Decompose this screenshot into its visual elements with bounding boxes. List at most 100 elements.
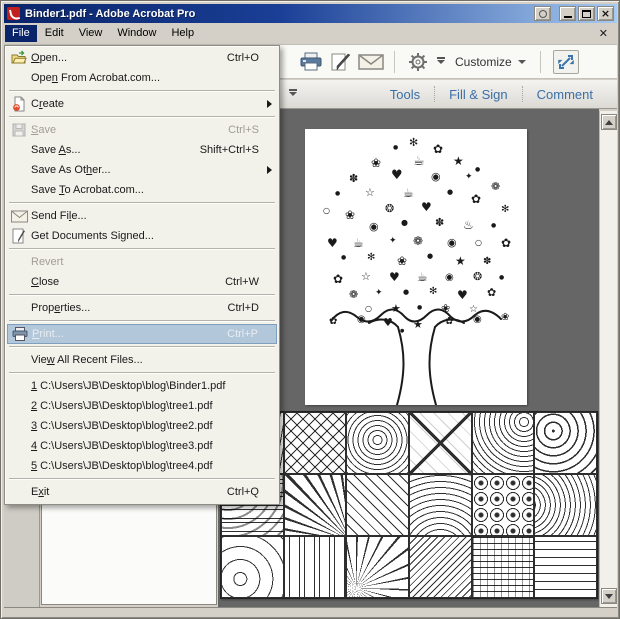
no-icon — [11, 398, 31, 414]
menu-item-3-c-users-jb-desktop-blog-tree2-pdf[interactable]: 3 C:\Users\JB\Desktop\blog\tree2.pdf — [7, 416, 277, 436]
no-icon — [11, 418, 31, 434]
doodle-glyph: ★ — [455, 254, 466, 268]
envelope-icon — [11, 208, 31, 224]
pdf-page-tree[interactable]: ✻ ● ✿ ❀ ★ ☕ ● ✽ ♥ ◉ ✦ ❁ ● ☆ ☕ ● ✿ ❂ ♥ ✻ ○ ❀ ◉ ● ✽ ♨ ● ♥ ☕ ✦ ❁ ◉ ✿ ○ ● ✻ ❀ ● ★ ✽… — [305, 129, 527, 405]
menu-item-label: Open From Acrobat.com... — [31, 72, 161, 84]
pattern-cell-rays — [283, 474, 347, 536]
doodle-glyph: ♥ — [383, 316, 393, 329]
menu-item-label: 2 C:\Users\JB\Desktop\blog\tree1.pdf — [31, 400, 213, 412]
menu-item-close[interactable]: Close Ctrl+W — [7, 272, 277, 292]
menu-item-label: Exit — [31, 486, 50, 498]
menubar-item-file[interactable]: File — [5, 25, 37, 42]
menu-item-exit[interactable]: Exit Ctrl+Q — [7, 482, 277, 502]
scroll-up-button[interactable] — [601, 114, 617, 130]
doodle-glyph: ● — [403, 288, 410, 296]
doodle-glyph: ★ — [391, 302, 401, 315]
pattern-cell-diamond — [409, 412, 472, 474]
menu-item-save-as-other[interactable]: Save As Other... — [7, 160, 277, 180]
menu-item-get-documents-signed[interactable]: Get Documents Signed... — [7, 226, 277, 246]
toolbar-overflow-icon[interactable] — [289, 89, 297, 96]
doodle-glyph: ❁ — [413, 234, 424, 248]
doodle-glyph: ❀ — [371, 156, 382, 170]
title-extra-button[interactable] — [534, 6, 551, 21]
doodle-glyph: ✿ — [329, 316, 338, 327]
customize-label: Customize — [455, 54, 512, 69]
tab-comment[interactable]: Comment — [523, 83, 607, 106]
menu-item-label: Save As... — [31, 144, 81, 156]
menu-item-send-file[interactable]: Send File... — [7, 206, 277, 226]
menu-item-open[interactable]: Open... Ctrl+O — [7, 48, 277, 68]
status-strip — [4, 607, 617, 617]
doodle-glyph: ✻ — [367, 252, 376, 263]
menu-item-properties[interactable]: Properties... Ctrl+D — [7, 298, 277, 318]
menu-item-shortcut: Ctrl+Q — [226, 486, 259, 498]
customize-button[interactable]: Customize — [449, 55, 532, 69]
menu-item-open-from-acrobat-com[interactable]: Open From Acrobat.com... — [7, 68, 277, 88]
maximize-icon — [582, 9, 591, 18]
menu-item-label: 4 C:\Users\JB\Desktop\blog\tree3.pdf — [31, 440, 213, 452]
menu-item-revert[interactable]: Revert — [7, 252, 277, 272]
doodle-glyph: ◉ — [473, 314, 482, 325]
acrobat-window: Binder1.pdf - Adobe Acrobat Pro × File Ed… — [0, 0, 620, 619]
pattern-cell-pillars — [283, 536, 347, 598]
no-icon — [11, 458, 31, 474]
menu-item-label: Open... — [31, 52, 68, 64]
doodle-glyph: ● — [335, 190, 341, 197]
doodle-glyph: ● — [499, 274, 505, 281]
doodle-glyph: ★ — [453, 154, 464, 168]
no-icon — [11, 352, 31, 368]
menubar-item-help[interactable]: Help — [164, 25, 201, 42]
maximize-button[interactable] — [578, 6, 595, 21]
menu-item-save[interactable]: Save Ctrl+S — [7, 120, 277, 140]
doodle-glyph: ● — [393, 144, 399, 151]
menu-item-view-all-recent-files[interactable]: View All Recent Files... — [7, 350, 277, 370]
submenu-arrow-icon — [267, 166, 272, 174]
menu-item-2-c-users-jb-desktop-blog-tree1-pdf[interactable]: 2 C:\Users\JB\Desktop\blog\tree1.pdf — [7, 396, 277, 416]
title-bar[interactable]: Binder1.pdf - Adobe Acrobat Pro × — [4, 4, 617, 23]
doodle-glyph: ☕ — [353, 236, 364, 250]
menu-item-4-c-users-jb-desktop-blog-tree3-pdf[interactable]: 4 C:\Users\JB\Desktop\blog\tree3.pdf — [7, 436, 277, 456]
doodle-glyph: ★ — [413, 318, 423, 331]
menu-item-label: 1 C:\Users\JB\Desktop\blog\Binder1.pdf — [31, 380, 226, 392]
close-document-icon[interactable]: ✕ — [599, 27, 608, 40]
menu-item-label: Print... — [32, 328, 64, 340]
pattern-cell-chevron — [409, 536, 472, 598]
doodle-glyph: ♥ — [389, 270, 400, 284]
tab-fill-sign[interactable]: Fill & Sign — [435, 83, 522, 106]
sign-document-icon[interactable] — [326, 49, 356, 75]
pattern-cell-rings — [346, 412, 409, 474]
vertical-scrollbar[interactable] — [599, 111, 617, 607]
pattern-cell-zigzag — [283, 412, 347, 474]
doodle-glyph: ❂ — [385, 202, 395, 215]
menu-item-5-c-users-jb-desktop-blog-tree4-pdf[interactable]: 5 C:\Users\JB\Desktop\blog\tree4.pdf — [7, 456, 277, 476]
minimize-button[interactable] — [559, 6, 576, 21]
menu-item-create[interactable]: Create — [7, 94, 277, 114]
menu-item-print[interactable]: Print... Ctrl+P — [7, 324, 277, 344]
email-icon[interactable] — [356, 49, 386, 75]
doodle-glyph: ● — [400, 328, 405, 334]
file-menu: Open... Ctrl+O Open From Acrobat.com... Cre… — [4, 45, 280, 505]
menu-item-1-c-users-jb-desktop-blog-binder1-pdf[interactable]: 1 C:\Users\JB\Desktop\blog\Binder1.pdf — [7, 376, 277, 396]
doodle-glyph: ✽ — [483, 256, 492, 267]
menu-item-save-as[interactable]: Save As... Shift+Ctrl+S — [7, 140, 277, 160]
scroll-down-button[interactable] — [601, 588, 617, 604]
menu-item-save-to-acrobat-com[interactable]: Save To Acrobat.com... — [7, 180, 277, 200]
menubar-item-view[interactable]: View — [72, 25, 110, 42]
doodle-glyph: ♥ — [457, 288, 468, 302]
gear-icon[interactable] — [403, 49, 433, 75]
menu-item-label: Save To Acrobat.com... — [31, 184, 144, 196]
minimize-icon — [563, 16, 572, 18]
no-icon — [11, 300, 31, 316]
menubar-item-window[interactable]: Window — [110, 25, 163, 42]
close-button[interactable]: × — [597, 6, 614, 21]
gear-dropdown-icon[interactable] — [433, 49, 449, 75]
acrobat-app-icon — [7, 7, 20, 20]
doodle-glyph: ✽ — [435, 216, 445, 229]
print-icon[interactable] — [296, 49, 326, 75]
expand-icon[interactable] — [552, 49, 579, 74]
doodle-glyph: ✿ — [445, 316, 454, 327]
menubar-item-edit[interactable]: Edit — [38, 25, 71, 42]
menu-item-label: View All Recent Files... — [31, 354, 143, 366]
menu-item-shortcut: Ctrl+W — [225, 276, 259, 288]
tab-tools[interactable]: Tools — [376, 83, 434, 106]
